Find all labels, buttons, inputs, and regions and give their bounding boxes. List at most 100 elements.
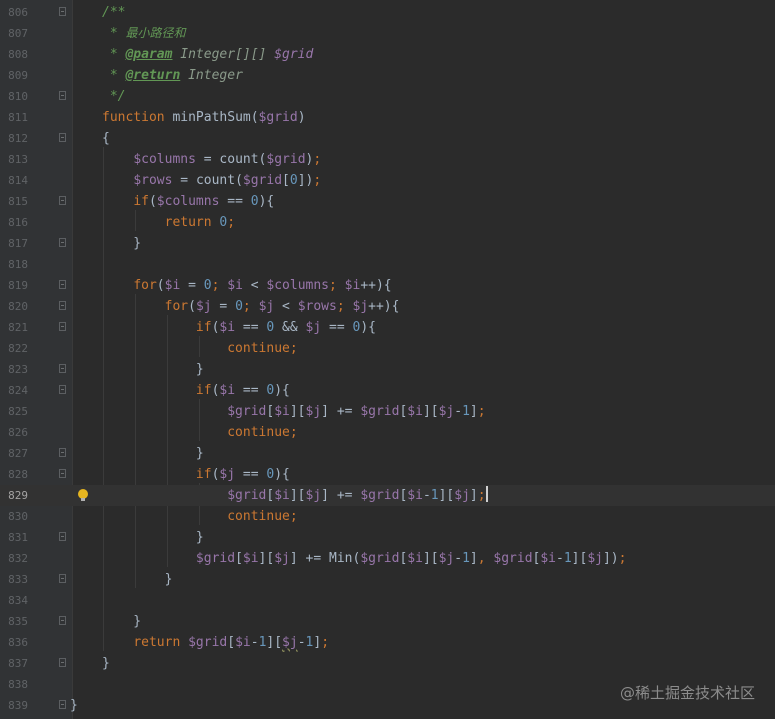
code-text: for($j = 0; $j < $rows; $j++){ xyxy=(164,299,400,314)
line-number: 823 xyxy=(8,363,28,376)
line-number: 835 xyxy=(8,615,28,628)
code-text: $rows = count($grid[0]); xyxy=(133,173,322,188)
code-line-current[interactable]: 829 $grid[$i][$j] += $grid[$i-1][$j]; xyxy=(0,485,775,506)
line-number: 828 xyxy=(8,468,28,481)
code-line[interactable]: 811 function minPathSum($grid) xyxy=(0,107,775,128)
code-text: continue; xyxy=(227,341,298,356)
code-text: } xyxy=(102,236,142,251)
code-text: } xyxy=(102,572,173,587)
code-line[interactable]: 822 continue; xyxy=(0,338,775,359)
code-line[interactable]: 806 /** xyxy=(0,2,775,23)
fold-minus-icon[interactable] xyxy=(59,574,66,583)
code-line[interactable]: 830 continue; xyxy=(0,506,775,527)
code-line[interactable]: 821 if($i == 0 && $j == 0){ xyxy=(0,317,775,338)
line-number: 810 xyxy=(8,90,28,103)
line-number: 817 xyxy=(8,237,28,250)
code-text: $grid[$i][$j] += $grid[$i-1][$j]; xyxy=(227,486,488,503)
line-number: 834 xyxy=(8,594,28,607)
fold-minus-icon[interactable] xyxy=(59,385,66,394)
line-number: 833 xyxy=(8,573,28,586)
fold-minus-icon[interactable] xyxy=(59,364,66,373)
code-text: } xyxy=(102,530,204,545)
code-line[interactable]: 824 if($i == 0){ xyxy=(0,380,775,401)
fold-minus-icon[interactable] xyxy=(59,322,66,331)
code-line[interactable]: 808 * @param Integer[][] $grid xyxy=(0,44,775,65)
code-text: */ xyxy=(102,89,126,104)
code-line[interactable]: 817 } xyxy=(0,233,775,254)
code-line[interactable]: 832 $grid[$i][$j] += Min($grid[$i][$j-1]… xyxy=(0,548,775,569)
line-number: 821 xyxy=(8,321,28,334)
code-text: for($i = 0; $i < $columns; $i++){ xyxy=(133,278,392,293)
code-line[interactable]: 825 $grid[$i][$j] += $grid[$i][$j-1]; xyxy=(0,401,775,422)
code-line[interactable]: 818 xyxy=(0,254,775,275)
code-line[interactable]: 827 } xyxy=(0,443,775,464)
fold-minus-icon[interactable] xyxy=(59,469,66,478)
lightbulb-icon[interactable] xyxy=(78,489,88,501)
line-number: 819 xyxy=(8,279,28,292)
code-line[interactable]: 834 xyxy=(0,590,775,611)
fold-minus-icon[interactable] xyxy=(59,700,66,709)
code-line[interactable]: 816 return 0; xyxy=(0,212,775,233)
fold-minus-icon[interactable] xyxy=(59,196,66,205)
code-text: * @param Integer[][] $grid xyxy=(102,47,314,62)
code-text: if($j == 0){ xyxy=(195,467,290,482)
code-text: function minPathSum($grid) xyxy=(102,110,306,125)
fold-minus-icon[interactable] xyxy=(59,91,66,100)
code-text: if($i == 0){ xyxy=(195,383,290,398)
code-text: } xyxy=(102,362,204,377)
line-number: 811 xyxy=(8,111,28,124)
code-line[interactable]: 820 for($j = 0; $j < $rows; $j++){ xyxy=(0,296,775,317)
line-number: 826 xyxy=(8,426,28,439)
code-line[interactable]: 826 continue; xyxy=(0,422,775,443)
code-text: } xyxy=(102,614,142,629)
line-number: 824 xyxy=(8,384,28,397)
line-number: 812 xyxy=(8,132,28,145)
code-line[interactable]: 836 return $grid[$i-1][$j-1]; xyxy=(0,632,775,653)
code-text: } xyxy=(102,446,204,461)
line-number: 814 xyxy=(8,174,28,187)
fold-minus-icon[interactable] xyxy=(59,658,66,667)
code-text: * 最小路径和 xyxy=(102,26,186,41)
code-line[interactable]: 812 { xyxy=(0,128,775,149)
code-line[interactable]: 823 } xyxy=(0,359,775,380)
code-line[interactable]: 810 */ xyxy=(0,86,775,107)
fold-minus-icon[interactable] xyxy=(59,238,66,247)
code-text: return 0; xyxy=(164,215,236,230)
line-number: 837 xyxy=(8,657,28,670)
line-number: 836 xyxy=(8,636,28,649)
code-line[interactable]: 807 * 最小路径和 xyxy=(0,23,775,44)
code-text: $grid[$i][$j] += Min($grid[$i][$j-1], $g… xyxy=(195,551,627,566)
code-text: } xyxy=(102,656,110,671)
code-line[interactable]: 831 } xyxy=(0,527,775,548)
line-number: 808 xyxy=(8,48,28,61)
code-line[interactable]: 837 } xyxy=(0,653,775,674)
fold-minus-icon[interactable] xyxy=(59,301,66,310)
line-number: 831 xyxy=(8,531,28,544)
fold-minus-icon[interactable] xyxy=(59,133,66,142)
fold-minus-icon[interactable] xyxy=(59,532,66,541)
code-text: $columns = count($grid); xyxy=(133,152,322,167)
code-line[interactable]: 813 $columns = count($grid); xyxy=(0,149,775,170)
line-number: 820 xyxy=(8,300,28,313)
fold-minus-icon[interactable] xyxy=(59,616,66,625)
code-text: if($i == 0 && $j == 0){ xyxy=(195,320,376,335)
code-editor[interactable]: 806 /** 807 * 最小路径和 808 * @param Integer… xyxy=(0,0,775,719)
code-text: return $grid[$i-1][$j-1]; xyxy=(133,635,330,650)
code-line[interactable]: 819 for($i = 0; $i < $columns; $i++){ xyxy=(0,275,775,296)
code-line[interactable]: 815 if($columns == 0){ xyxy=(0,191,775,212)
fold-minus-icon[interactable] xyxy=(59,280,66,289)
line-number: 839 xyxy=(8,699,28,712)
code-text: if($columns == 0){ xyxy=(133,194,275,209)
fold-minus-icon[interactable] xyxy=(59,448,66,457)
code-line[interactable]: 833 } xyxy=(0,569,775,590)
code-line[interactable]: 835 } xyxy=(0,611,775,632)
code-line[interactable]: 814 $rows = count($grid[0]); xyxy=(0,170,775,191)
fold-minus-icon[interactable] xyxy=(59,7,66,16)
code-text: continue; xyxy=(227,509,298,524)
line-number: 806 xyxy=(8,6,28,19)
line-number: 816 xyxy=(8,216,28,229)
code-text: * @return Integer xyxy=(102,68,243,83)
watermark: @稀土掘金技术社区 xyxy=(619,684,755,702)
code-line[interactable]: 809 * @return Integer xyxy=(0,65,775,86)
code-line[interactable]: 828 if($j == 0){ xyxy=(0,464,775,485)
